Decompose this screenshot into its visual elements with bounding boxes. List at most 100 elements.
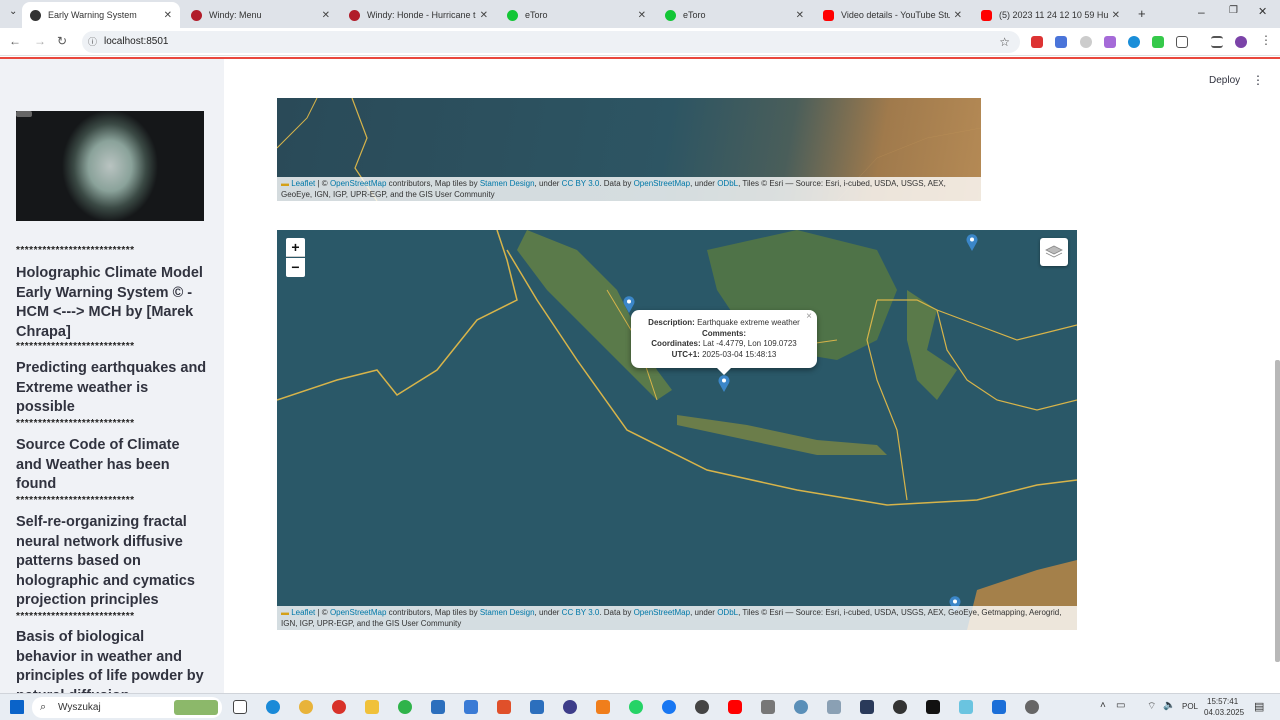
tab-windy-honde[interactable]: Windy: Honde - Hurricane track ✕ [341, 2, 496, 28]
close-tab-icon[interactable]: ✕ [954, 10, 962, 21]
media-control-icon[interactable] [1211, 36, 1223, 48]
close-tab-icon[interactable]: ✕ [638, 10, 646, 21]
back-icon[interactable]: ← [9, 34, 21, 48]
new-tab-icon[interactable]: + [1138, 6, 1146, 21]
restore-icon[interactable]: ❐ [1229, 5, 1238, 16]
marker-icon[interactable] [718, 375, 730, 392]
extension-icon[interactable] [1080, 36, 1092, 48]
odbl-link[interactable]: ODbL [717, 608, 738, 617]
task-view-icon[interactable] [233, 700, 247, 714]
tab-search-icon[interactable]: ⌄ [9, 6, 17, 17]
taskbar-search[interactable]: ⌕ Wyszukaj [32, 697, 222, 718]
tab-etoro-1[interactable]: eToro ✕ [499, 2, 654, 28]
extension-icon[interactable] [1128, 36, 1140, 48]
language-indicator[interactable]: POL [1182, 702, 1198, 711]
network-icon[interactable]: ▭ [1116, 700, 1125, 711]
app-icon[interactable] [398, 700, 412, 714]
main-content: Deploy ⋮ ▬ Leaflet | © OpenStreetMap con… [224, 59, 1280, 693]
zoom-out-button[interactable]: − [286, 258, 305, 277]
calculator-icon[interactable] [464, 700, 478, 714]
marker-icon[interactable] [966, 234, 978, 251]
tab-early-warning[interactable]: Early Warning System ✕ [22, 2, 180, 28]
reload-icon[interactable]: ↻ [57, 34, 67, 48]
separator-stars: *************************** [16, 341, 135, 352]
ccby-link[interactable]: CC BY 3.0 [562, 179, 600, 188]
layers-control-button[interactable] [1040, 238, 1068, 266]
facebook-icon[interactable] [662, 700, 676, 714]
start-icon[interactable] [10, 700, 24, 714]
app-icon[interactable] [761, 700, 775, 714]
close-tab-icon[interactable]: ✕ [164, 10, 172, 21]
app-icon[interactable] [497, 700, 511, 714]
etoro-favicon-icon [507, 9, 518, 21]
popup-close-button[interactable]: × [806, 311, 812, 323]
tab-youtube-video[interactable]: (5) 2023 11 24 12 10 59 Hurrica ✕ [973, 2, 1128, 28]
chrome-icon[interactable] [299, 700, 313, 714]
file-explorer-icon[interactable] [365, 700, 379, 714]
notifications-icon[interactable]: ▤ [1254, 700, 1264, 713]
volume-icon[interactable]: 🔈 [1163, 700, 1175, 711]
app-icon[interactable] [695, 700, 709, 714]
extensions-puzzle-icon[interactable] [1176, 36, 1188, 48]
terminal-icon[interactable] [860, 700, 874, 714]
app-icon[interactable] [992, 700, 1006, 714]
zoom-in-button[interactable]: + [286, 238, 305, 257]
app-icon[interactable] [431, 700, 445, 714]
close-tab-icon[interactable]: ✕ [796, 10, 804, 21]
wifi-icon[interactable]: ⌔ [1147, 700, 1156, 713]
osm-link[interactable]: OpenStreetMap [330, 608, 386, 617]
whatsapp-icon[interactable] [629, 700, 643, 714]
browser-menu-icon[interactable]: ⋮ [1260, 33, 1272, 47]
map-top[interactable]: ▬ Leaflet | © OpenStreetMap contributors… [277, 98, 981, 201]
map-indonesia[interactable]: + − × Description: Earthquake extreme we… [277, 230, 1077, 630]
app-icon[interactable] [563, 700, 577, 714]
translate-extension-icon[interactable] [1055, 36, 1067, 48]
minimize-icon[interactable]: – [1198, 5, 1205, 19]
osm-link[interactable]: OpenStreetMap [330, 179, 386, 188]
extension-icon[interactable] [1152, 36, 1164, 48]
profile-avatar[interactable] [1235, 36, 1247, 48]
app-icon[interactable] [530, 700, 544, 714]
tab-youtube-studio[interactable]: Video details - YouTube Studio ✕ [815, 2, 970, 28]
edge-icon[interactable] [266, 700, 280, 714]
bookmark-star-icon[interactable]: ☆ [999, 31, 1010, 53]
cmd-icon[interactable] [926, 700, 940, 714]
app-icon[interactable] [959, 700, 973, 714]
tab-etoro-2[interactable]: eToro ✕ [657, 2, 812, 28]
stamen-link[interactable]: Stamen Design [480, 608, 535, 617]
address-bar[interactable]: ⓘ localhost:8501 ☆ [82, 31, 1020, 53]
separator-stars: *************************** [16, 418, 135, 429]
vlc-icon[interactable] [596, 700, 610, 714]
extension-icon[interactable] [1031, 36, 1043, 48]
close-tab-icon[interactable]: ✕ [1112, 10, 1120, 21]
extension-icon[interactable] [1104, 36, 1116, 48]
deploy-button[interactable]: Deploy [1209, 75, 1240, 86]
page-scrollbar[interactable] [1275, 360, 1280, 662]
settings-icon[interactable] [1025, 700, 1039, 714]
site-info-icon[interactable]: ⓘ [88, 31, 97, 53]
leaflet-link[interactable]: Leaflet [291, 608, 315, 617]
odbl-link[interactable]: ODbL [717, 179, 738, 188]
clock-date[interactable]: 04.03.2025 [1204, 708, 1244, 717]
clock-time[interactable]: 15:57:41 [1207, 697, 1238, 706]
app-icon[interactable] [332, 700, 346, 714]
map-attribution: ▬ Leaflet | © OpenStreetMap contributors… [277, 606, 1077, 630]
close-window-icon[interactable]: ✕ [1258, 5, 1267, 18]
forward-icon[interactable]: → [34, 34, 46, 48]
osm-link[interactable]: OpenStreetMap [634, 179, 690, 188]
tray-chevron-icon[interactable]: ˄ [1100, 700, 1106, 711]
app-icon[interactable] [794, 700, 808, 714]
attr-text: , under [690, 608, 715, 617]
marker-icon[interactable] [623, 296, 635, 313]
stamen-link[interactable]: Stamen Design [480, 179, 535, 188]
close-tab-icon[interactable]: ✕ [322, 10, 330, 21]
ccby-link[interactable]: CC BY 3.0 [562, 608, 600, 617]
leaflet-link[interactable]: Leaflet [291, 179, 315, 188]
app-menu-icon[interactable]: ⋮ [1252, 73, 1264, 87]
app-icon[interactable] [893, 700, 907, 714]
close-tab-icon[interactable]: ✕ [480, 10, 488, 21]
youtube-icon[interactable] [728, 700, 742, 714]
tab-windy-menu[interactable]: Windy: Menu ✕ [183, 2, 338, 28]
osm-link[interactable]: OpenStreetMap [634, 608, 690, 617]
app-icon[interactable] [827, 700, 841, 714]
